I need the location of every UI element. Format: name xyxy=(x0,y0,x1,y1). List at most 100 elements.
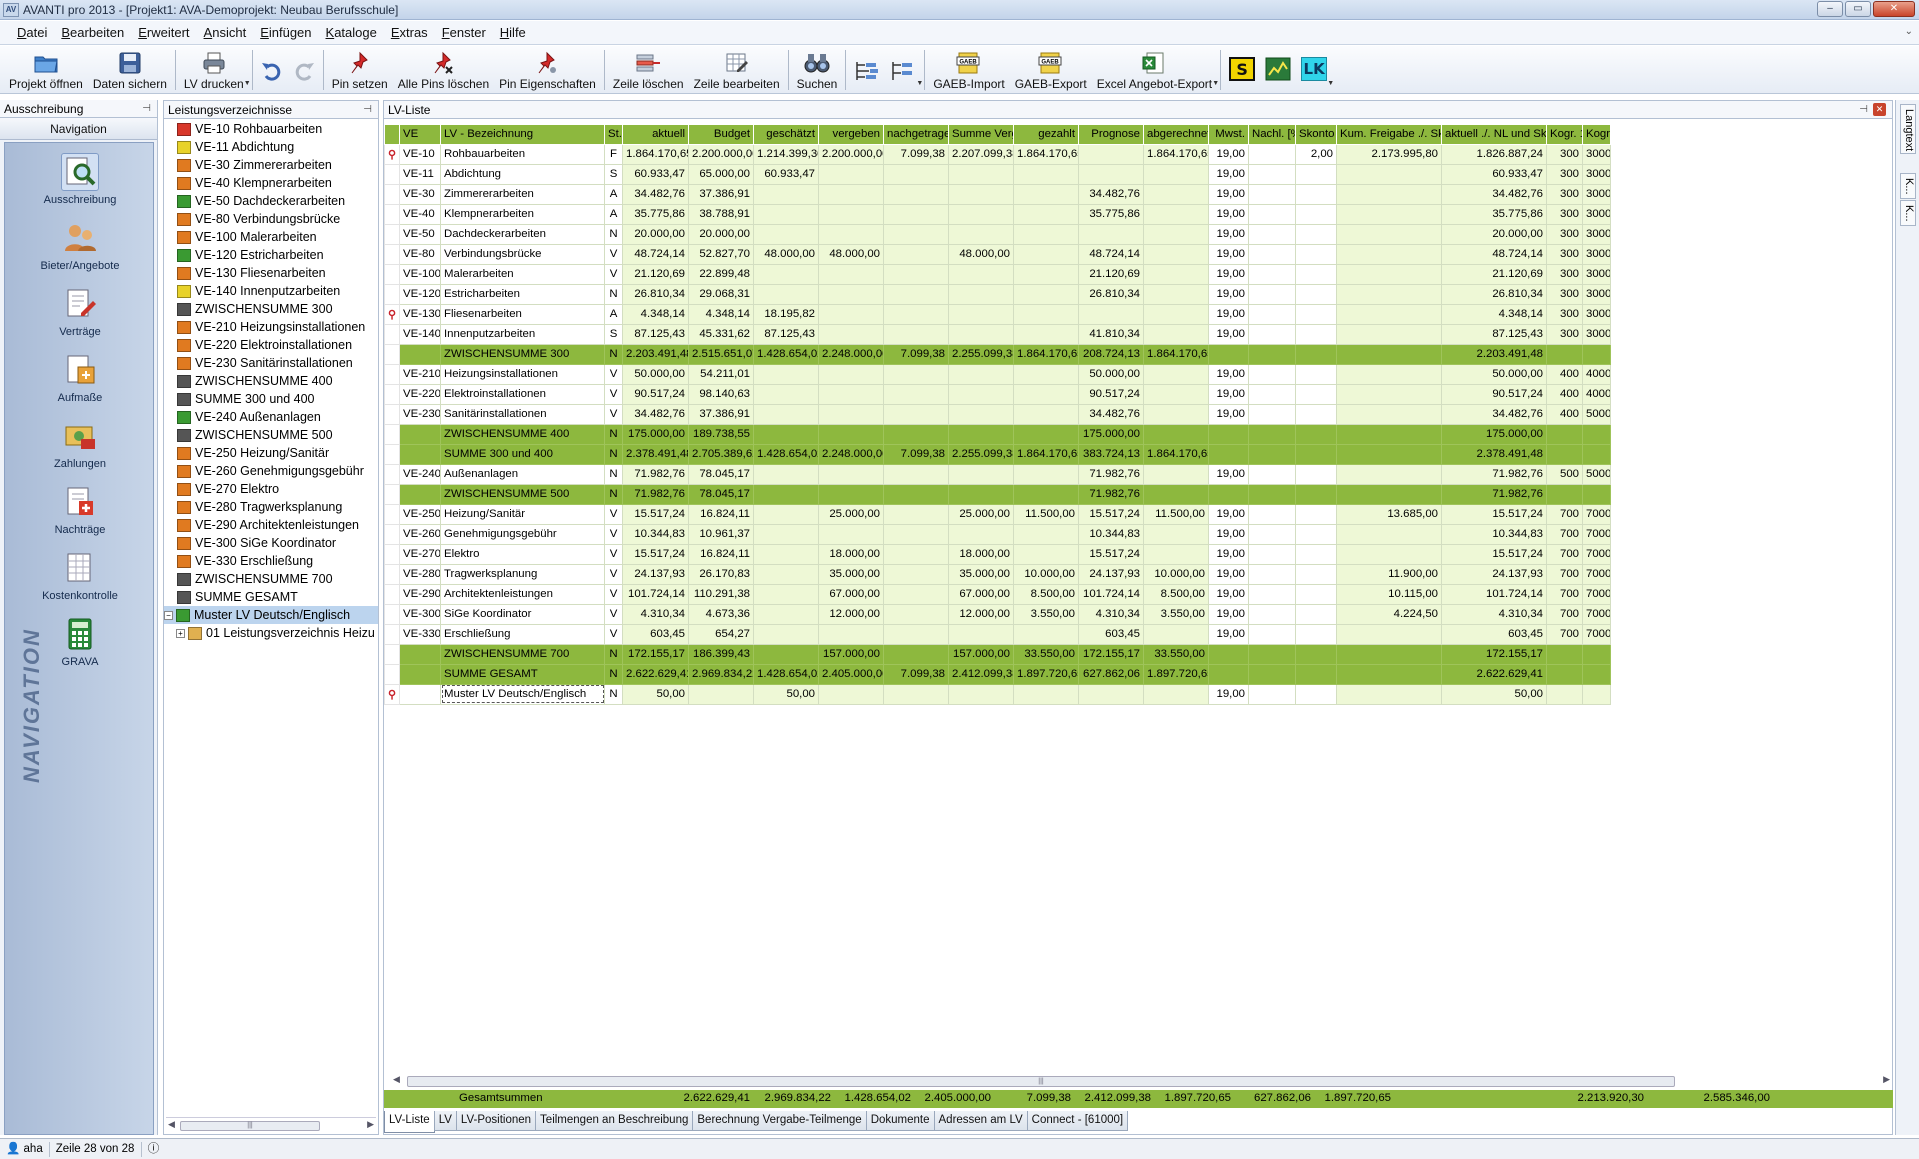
table-cell[interactable]: 20.000,00 xyxy=(688,223,754,245)
table-cell[interactable]: 10.344,83 xyxy=(1441,523,1547,545)
table-cell[interactable]: N xyxy=(604,643,623,665)
tree-item[interactable]: VE-330 Erschließung xyxy=(164,552,378,570)
menu-fenster[interactable]: Fenster xyxy=(435,25,493,40)
table-cell[interactable] xyxy=(1143,223,1209,245)
tree-item[interactable]: VE-50 Dachdeckerarbeiten xyxy=(164,192,378,210)
table-cell[interactable]: 627.862,06 xyxy=(1078,663,1144,685)
table-cell[interactable]: 2.200.000,00 xyxy=(688,143,754,165)
table-cell[interactable]: VE-140 xyxy=(399,323,441,345)
table-row[interactable]: VE-250 Heizung/Sanitär V 15.517,24 16.824,11… xyxy=(384,503,1611,525)
table-cell[interactable] xyxy=(1248,483,1296,505)
table-cell[interactable] xyxy=(1143,423,1209,445)
table-cell[interactable]: 19,00 xyxy=(1208,183,1249,205)
tree-item[interactable]: − Muster LV Deutsch/Englisch xyxy=(164,606,378,624)
tree-item[interactable]: VE-300 SiGe Koordinator xyxy=(164,534,378,552)
row-indicator[interactable] xyxy=(384,623,400,645)
table-cell[interactable]: 500 xyxy=(1546,463,1583,485)
table-cell[interactable]: ZWISCHENSUMME 700 xyxy=(440,643,605,665)
table-cell[interactable]: 700 xyxy=(1546,503,1583,525)
table-cell[interactable]: 26.810,34 xyxy=(1078,283,1144,305)
table-cell[interactable] xyxy=(948,263,1014,285)
table-cell[interactable] xyxy=(1248,323,1296,345)
table-cell[interactable]: 60.933,47 xyxy=(1441,163,1547,185)
table-cell[interactable]: 603,45 xyxy=(1078,623,1144,645)
table-cell[interactable] xyxy=(1078,143,1144,165)
table-cell[interactable] xyxy=(1248,463,1296,485)
table-cell[interactable]: 101.724,14 xyxy=(1441,583,1547,605)
table-cell[interactable]: VE-210 xyxy=(399,363,441,385)
table-cell[interactable]: V xyxy=(604,623,623,645)
table-cell[interactable] xyxy=(1295,243,1337,265)
table-cell[interactable]: 98.140,63 xyxy=(688,383,754,405)
table-cell[interactable]: 700 xyxy=(1546,603,1583,625)
table-cell[interactable] xyxy=(818,323,884,345)
table-cell[interactable] xyxy=(1248,543,1296,565)
table-cell[interactable] xyxy=(818,623,884,645)
table-cell[interactable] xyxy=(948,203,1014,225)
table-cell[interactable] xyxy=(1295,483,1337,505)
nav-item-ausschreibung[interactable]: Ausschreibung xyxy=(5,153,155,206)
table-cell[interactable]: ZWISCHENSUMME 300 xyxy=(440,343,605,365)
table-cell[interactable] xyxy=(1208,643,1249,665)
table-cell[interactable] xyxy=(1336,483,1442,505)
column-header[interactable]: geschätzt xyxy=(753,125,819,145)
table-cell[interactable]: 1.864.170,65 xyxy=(1143,343,1209,365)
table-cell[interactable] xyxy=(1248,283,1296,305)
table-cell[interactable] xyxy=(1013,383,1079,405)
table-cell[interactable]: 90.517,24 xyxy=(1078,383,1144,405)
table-cell[interactable]: 40000 xyxy=(1582,363,1611,385)
column-header[interactable]: Budget xyxy=(688,125,754,145)
column-header[interactable]: Kogr. xyxy=(1582,125,1611,145)
table-cell[interactable]: 29.068,31 xyxy=(688,283,754,305)
redo-button[interactable] xyxy=(288,46,320,93)
table-cell[interactable] xyxy=(1143,363,1209,385)
table-cell[interactable]: 19,00 xyxy=(1208,683,1249,705)
table-cell[interactable]: 34.482,76 xyxy=(1078,403,1144,425)
table-cell[interactable] xyxy=(1295,463,1337,485)
table-cell[interactable]: VE-220 xyxy=(399,383,441,405)
table-cell[interactable] xyxy=(1295,183,1337,205)
lv-drucken-dropdown-icon[interactable]: ▼ xyxy=(244,80,251,87)
tree-item[interactable]: VE-240 Außenanlagen xyxy=(164,408,378,426)
table-cell[interactable] xyxy=(1248,583,1296,605)
table-cell[interactable]: 300 xyxy=(1546,183,1583,205)
table-cell[interactable]: 25.000,00 xyxy=(818,503,884,525)
table-cell[interactable] xyxy=(1546,663,1583,685)
table-cell[interactable] xyxy=(1336,183,1442,205)
table-cell[interactable] xyxy=(1336,663,1442,685)
table-cell[interactable]: 172.155,17 xyxy=(1441,643,1547,665)
column-header[interactable]: Kogr. 1 xyxy=(1546,125,1583,145)
tree-item[interactable]: VE-140 Innenputzarbeiten xyxy=(164,282,378,300)
table-cell[interactable]: 50000 xyxy=(1582,403,1611,425)
table-cell[interactable]: 4.310,34 xyxy=(1078,603,1144,625)
table-cell[interactable] xyxy=(1143,523,1209,545)
pin-setzen-button[interactable]: Pin setzen xyxy=(327,46,393,93)
table-cell[interactable]: 19,00 xyxy=(1208,403,1249,425)
nav-item-bieter-angebote[interactable]: Bieter/Angebote xyxy=(5,219,155,272)
projekt-oeffnen-button[interactable]: Projekt öffnen xyxy=(4,46,88,93)
column-header[interactable]: gezahlt xyxy=(1013,125,1079,145)
table-cell[interactable]: 71.982,76 xyxy=(1441,463,1547,485)
tree-item[interactable]: VE-280 Tragwerksplanung xyxy=(164,498,378,516)
table-cell[interactable] xyxy=(1546,483,1583,505)
table-cell[interactable]: VE-100 xyxy=(399,263,441,285)
table-cell[interactable] xyxy=(818,183,884,205)
table-cell[interactable]: 20.000,00 xyxy=(1441,223,1547,245)
table-cell[interactable]: 1.897.720,65 xyxy=(1013,663,1079,685)
column-header[interactable]: Prognose xyxy=(1078,125,1144,145)
table-cell[interactable] xyxy=(1248,363,1296,385)
table-cell[interactable]: 50.000,00 xyxy=(1078,363,1144,385)
table-cell[interactable] xyxy=(1013,623,1079,645)
table-cell[interactable]: 1.428.654,02 xyxy=(753,443,819,465)
table-cell[interactable] xyxy=(818,423,884,445)
table-cell[interactable] xyxy=(753,483,819,505)
table-cell[interactable] xyxy=(883,463,949,485)
scroll-right-icon[interactable]: ▶ xyxy=(1883,1074,1890,1085)
table-cell[interactable] xyxy=(1295,163,1337,185)
table-cell[interactable]: 2.248.000,00 xyxy=(818,343,884,365)
lv-drucken-button[interactable]: LV drucken ▼ xyxy=(179,46,251,93)
table-cell[interactable]: 45.331,62 xyxy=(688,323,754,345)
menu-datei[interactable]: Datei xyxy=(10,25,54,40)
table-row[interactable]: VE-40 Klempnerarbeiten A 35.775,86 38.788,91… xyxy=(384,203,1611,225)
menu-einfuegen[interactable]: Einfügen xyxy=(253,25,318,40)
